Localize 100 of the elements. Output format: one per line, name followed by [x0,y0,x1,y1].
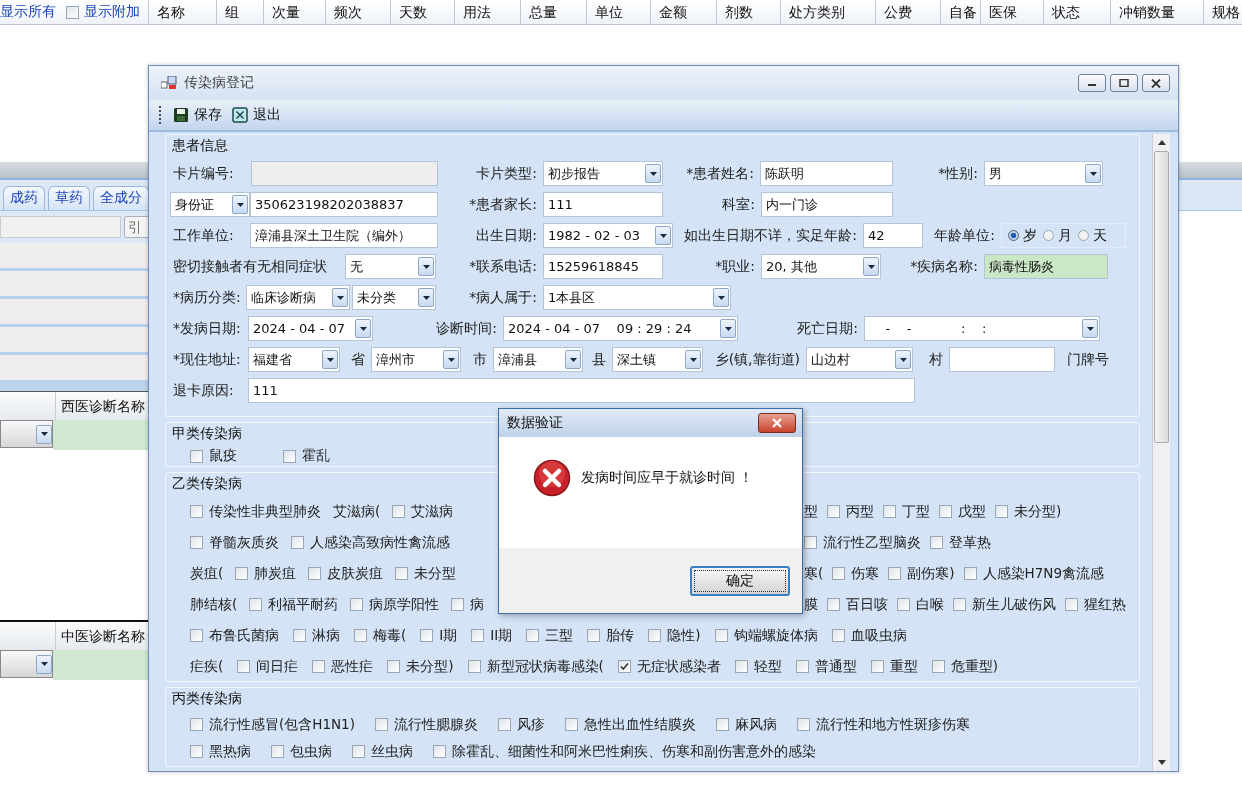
checkbox[interactable] [66,5,79,19]
checkbox[interactable] [237,660,251,673]
dropdown[interactable] [0,650,53,678]
column-header[interactable]: 公费 [875,0,940,24]
column-header[interactable]: 单位 [586,0,650,24]
checkbox[interactable] [352,745,365,758]
input-field[interactable] [0,216,122,238]
checkbox[interactable] [190,505,203,518]
checkbox[interactable] [190,629,203,642]
checkbox[interactable] [350,598,364,611]
column-header[interactable]: 状态 [1043,0,1110,24]
text-field[interactable]: 111 [248,378,915,403]
column-header[interactable]: 天数 [390,0,454,24]
list-row[interactable] [0,243,150,271]
checkbox[interactable] [796,718,810,731]
checkbox[interactable] [190,536,203,549]
checkbox[interactable] [930,536,943,549]
text-field[interactable]: 病毒性肠炎 [984,254,1108,279]
scrollbar[interactable] [1152,134,1170,771]
checkbox[interactable] [832,567,846,580]
dropdown[interactable]: 漳浦县 [493,347,583,372]
checkbox[interactable] [931,660,945,673]
checkbox[interactable] [587,629,601,642]
checkbox[interactable] [715,718,729,731]
radio-button[interactable] [1078,230,1089,241]
text-field[interactable]: 350623198202038837 [250,192,438,217]
reference-button[interactable]: 引 [124,216,150,238]
text-field[interactable]: 漳浦县深土卫生院（编外） [250,223,438,248]
dropdown[interactable]: 1本县区 [543,285,731,310]
checkbox[interactable] [883,505,896,518]
tab[interactable]: 草药 [48,186,90,210]
checkbox[interactable] [190,718,203,731]
tab[interactable]: 全成分 [93,186,149,210]
date-picker[interactable]: 1982 - 02 - 03 [543,223,673,248]
date-picker[interactable]: - - : : [864,316,1100,341]
column-header[interactable]: 处方类别 [780,0,875,24]
checkbox[interactable] [827,598,840,611]
checkbox[interactable] [395,567,409,580]
checkbox[interactable] [283,449,296,463]
tab[interactable]: 成药 [3,186,45,210]
dropdown[interactable]: 临床诊断病 [246,285,350,310]
column-header[interactable]: 次量 [263,0,325,24]
dropdown[interactable]: 漳州市 [371,347,461,372]
date-picker[interactable]: 2024 - 04 - 07 09 : 29 : 24 [503,316,738,341]
checkbox[interactable] [451,598,465,611]
scroll-down-icon[interactable] [1157,760,1166,765]
text-field[interactable]: 陈跃明 [760,161,893,186]
checkbox[interactable] [374,718,388,731]
dropdown[interactable]: 无 [345,254,436,279]
checkbox[interactable] [995,505,1008,518]
list-row[interactable] [0,271,150,299]
maximize-button[interactable] [1110,74,1138,92]
column-header[interactable]: 金额 [650,0,716,24]
checkbox[interactable] [392,505,406,518]
checkbox[interactable] [497,718,511,731]
minimize-button[interactable] [1078,74,1106,92]
date-picker[interactable]: 2024 - 04 - 07 [248,316,373,341]
toolbar-button[interactable]: 保存 [173,106,222,124]
dropdown[interactable]: 初步报告 [543,161,663,186]
checkbox[interactable] [888,567,902,580]
column-header[interactable]: 频次 [325,0,390,24]
checkbox[interactable] [312,660,326,673]
dropdown[interactable]: 未分类 [352,285,436,310]
list-row[interactable] [0,299,150,327]
checkbox[interactable] [291,536,304,549]
checkbox[interactable] [190,745,203,758]
checkbox[interactable] [433,745,446,758]
checkbox[interactable] [831,629,845,642]
column-header[interactable]: 冲销数量 [1110,0,1203,24]
scroll-up-icon[interactable] [1157,140,1166,145]
checkbox[interactable] [1065,598,1078,611]
column-header[interactable]: 用法 [454,0,520,24]
text-field[interactable]: 内一门诊 [761,192,893,217]
checkbox[interactable] [190,449,203,463]
checkbox[interactable] [827,505,840,518]
dropdown[interactable]: 山边村 [806,347,913,372]
dropdown[interactable]: 20, 其他 [761,254,881,279]
column-header[interactable]: 自备 [940,0,980,24]
checkbox[interactable] [308,567,322,580]
checkbox[interactable] [420,629,434,642]
column-header[interactable]: 总量 [520,0,586,24]
checkbox[interactable] [734,660,748,673]
checkbox[interactable] [387,660,401,673]
radio-button[interactable] [1008,230,1019,241]
show-all-link[interactable]: 显示所有 [0,3,56,21]
text-field[interactable]: 111 [543,192,663,217]
checkbox[interactable] [271,745,284,758]
checkbox[interactable] [953,598,966,611]
dropdown[interactable]: 深土镇 [612,347,703,372]
toolbar-button[interactable]: 退出 [232,106,281,124]
checkbox[interactable] [714,629,728,642]
ok-button[interactable]: 确定 [690,565,790,596]
column-header[interactable]: 规格 [1203,0,1240,24]
checkbox[interactable] [235,567,249,580]
checkbox[interactable] [249,598,263,611]
checkbox[interactable] [648,629,662,642]
checkbox[interactable] [564,718,578,731]
checkbox[interactable] [870,660,884,673]
dropdown[interactable]: 身份证 [170,192,250,217]
text-field[interactable]: 42 [863,223,923,248]
